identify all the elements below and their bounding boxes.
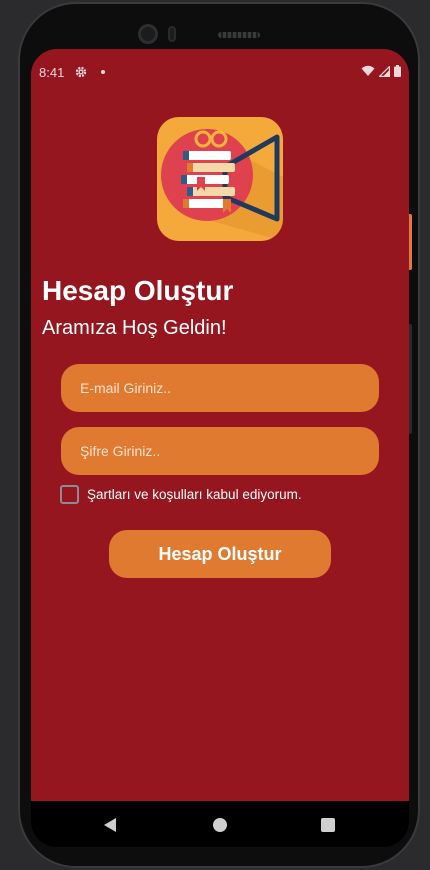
page-title: Hesap Oluştur	[42, 275, 234, 306]
home-icon[interactable]	[213, 818, 227, 832]
recent-apps-icon[interactable]	[321, 818, 335, 832]
terms-checkbox[interactable]	[60, 485, 79, 504]
status-time: 8:41	[39, 65, 65, 80]
notification-dot-icon	[101, 70, 105, 74]
create-account-button[interactable]: Hesap Oluştur	[109, 530, 331, 578]
back-icon[interactable]	[102, 817, 118, 833]
app-screen: 8:41 Hesap Oluştur Aramıza Hoş Geldin! E…	[31, 49, 409, 801]
terms-row[interactable]: Şartları ve koşulları kabul ediyorum.	[60, 485, 302, 504]
app-logo	[157, 117, 283, 241]
battery-icon	[394, 65, 401, 77]
page-subtitle: Aramıza Hoş Geldin!	[42, 317, 227, 339]
front-camera	[138, 24, 158, 44]
wifi-icon	[361, 65, 375, 76]
navigation-bar	[31, 801, 409, 847]
status-icons	[361, 65, 401, 77]
proximity-sensor	[168, 26, 176, 42]
library-megaphone-icon	[161, 129, 283, 241]
gear-icon	[75, 66, 87, 78]
earpiece-speaker	[218, 32, 260, 38]
signal-icon	[379, 65, 390, 77]
email-input[interactable]	[61, 364, 379, 412]
status-bar: 8:41	[31, 49, 409, 93]
password-input[interactable]	[61, 427, 379, 475]
terms-label: Şartları ve koşulları kabul ediyorum.	[87, 487, 302, 502]
